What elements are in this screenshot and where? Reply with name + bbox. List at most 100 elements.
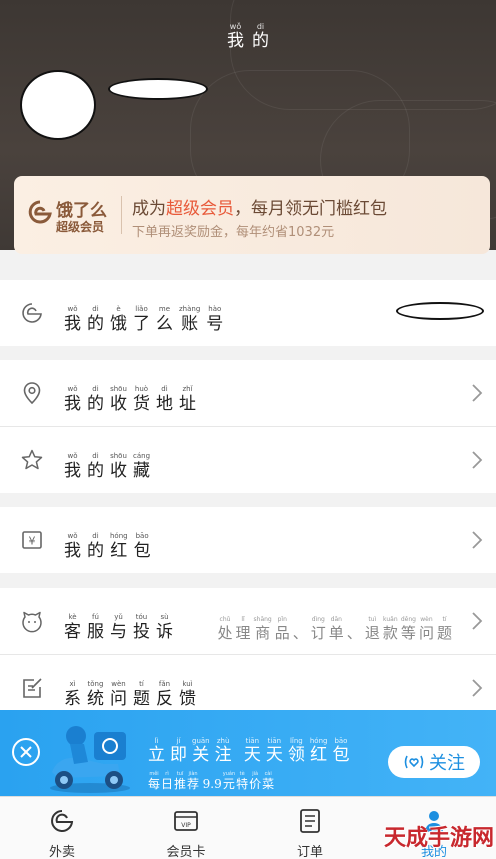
- hanzi-text: 特: [236, 777, 249, 791]
- ruby-char: yuán 元: [223, 771, 235, 791]
- pinyin-text: xì: [69, 680, 76, 688]
- pinyin-text: tóu: [135, 613, 148, 621]
- ruby-char: di 的: [87, 305, 104, 334]
- pinyin-text: cáng: [133, 452, 151, 460]
- pinyin-text: tí: [442, 616, 447, 623]
- ruby-char: shōu 收: [110, 385, 127, 414]
- hanzi-text: 收: [110, 394, 127, 414]
- menu-item-account[interactable]: wǒ 我 di 的 è 饿 liǎo 了 me 么 zhàng 账 hào 号: [0, 280, 496, 346]
- hanzi-text: 我: [64, 541, 81, 561]
- close-banner-button[interactable]: [12, 738, 40, 766]
- hanzi-text: 我: [64, 394, 81, 414]
- vip-promo-subtitle: 下单再返奖励金，每年约省1032元: [132, 225, 335, 240]
- hanzi-text: 处: [217, 624, 233, 642]
- ruby-char: dì 地: [156, 385, 173, 414]
- ruby-char: yǔ 与: [110, 613, 127, 642]
- ruby-char: me 么: [156, 305, 173, 334]
- hanzi-text: 日: [161, 777, 174, 791]
- hanzi-text: 荐: [187, 777, 200, 791]
- pinyin-text: měi: [149, 771, 159, 777]
- pinyin-text: shōu: [110, 385, 127, 393]
- ruby-char: lǐng 领: [288, 737, 305, 765]
- menu-item-favorites[interactable]: wǒ 我 di 的 shōu 收 cáng 藏: [0, 427, 496, 493]
- pinyin-text: liǎo: [135, 305, 148, 313]
- hanzi-text: 我: [64, 314, 81, 334]
- pinyin-text: cài: [264, 771, 272, 777]
- pinyin-text: di: [256, 22, 265, 31]
- pinyin-text: jià: [252, 771, 259, 777]
- pinyin-text: di: [92, 532, 99, 540]
- avatar[interactable]: [20, 70, 96, 140]
- tab-orders[interactable]: 订单: [248, 797, 372, 859]
- menu-item-red-packets[interactable]: ¥ wǒ 我 di 的 hóng 红 bāo 包: [0, 507, 496, 573]
- ruby-char: sù 诉: [156, 613, 173, 642]
- ruby-char: tuī 推: [174, 771, 186, 791]
- close-icon: [20, 746, 32, 758]
- pinyin-text: jiàn: [188, 771, 198, 777]
- hanzi-text: 9.9: [202, 777, 222, 791]
- ruby-char: di 的: [252, 22, 269, 51]
- pinyin-text: wǒ: [67, 305, 78, 313]
- pinyin-text: yuán: [222, 771, 236, 777]
- eleme-logo-icon: [28, 200, 52, 224]
- pinyin-text: [200, 771, 202, 777]
- hanzi-text: 问: [110, 689, 127, 709]
- tab-takeout[interactable]: 外卖: [0, 797, 124, 859]
- pinyin-text: di: [92, 385, 99, 393]
- super-vip-card[interactable]: 饿了么 超级会员 成为超级会员，每月领无门槛红包 下单再返奖励金，每年约省103…: [14, 176, 490, 254]
- pinyin-text: sù: [160, 613, 169, 621]
- pinyin-text: shōu: [110, 452, 127, 460]
- hanzi-text: 号: [206, 314, 224, 334]
- ruby-char: wǒ 我: [64, 532, 81, 561]
- hanzi-text: 我: [64, 461, 81, 481]
- hanzi-text: 订: [310, 624, 326, 642]
- ruby-char: hào 号: [206, 305, 223, 334]
- menu-item-customer-service[interactable]: kè 客 fú 服 yǔ 与 tóu 投 sù 诉 chǔ 处 lǐ 理 shāng 商 pǐn 品 、 dìng…: [0, 588, 496, 654]
- username-redacted[interactable]: [108, 78, 208, 100]
- hanzi-text: 商: [255, 624, 271, 642]
- ruby-char: wǒ 我: [64, 305, 81, 334]
- ruby-char: [200, 771, 202, 791]
- pinyin-text: tè: [239, 771, 245, 777]
- ruby-char: di 的: [87, 452, 104, 481]
- menu-item-address[interactable]: wǒ 我 di 的 shōu 收 huò 货 dì 地 zhǐ 址: [0, 360, 496, 426]
- pinyin-text: tí: [139, 680, 144, 688]
- pinyin-text: wèn: [111, 680, 126, 688]
- pinyin-text: è: [116, 305, 121, 313]
- chevron-right-icon: [472, 451, 483, 469]
- hanzi-text: 红: [310, 745, 328, 765]
- hanzi-text: 每: [148, 777, 161, 791]
- hanzi-text: 的: [87, 541, 104, 561]
- hanzi-text: 的: [87, 461, 104, 481]
- hanzi-text: 统: [87, 689, 104, 709]
- pinyin-text: kuǎn: [383, 616, 398, 623]
- hanzi-text: 客: [64, 622, 81, 642]
- ruby-char: tuì 退: [365, 616, 380, 642]
- pinyin-text: bāo: [135, 532, 149, 540]
- ruby-char: liǎo 了: [133, 305, 150, 334]
- ruby-char: děng 等: [401, 616, 416, 642]
- hanzi-text: 饿: [110, 314, 127, 334]
- heart-signal-icon: [404, 755, 424, 769]
- hanzi-text: 投: [133, 622, 150, 642]
- ruby-char: tí 题: [437, 616, 452, 642]
- super-vip-logo: 饿了么 超级会员: [26, 194, 122, 238]
- hanzi-text: 红: [110, 541, 128, 561]
- ruby-char: rì 日: [161, 771, 173, 791]
- hanzi-text: 址: [179, 394, 196, 414]
- ruby-char: tè 特: [236, 771, 248, 791]
- follow-button[interactable]: 关注: [388, 746, 480, 778]
- hanzi-text: 包: [332, 745, 350, 765]
- hanzi-text: 题: [133, 689, 150, 709]
- pinyin-text: wǒ: [67, 532, 78, 540]
- ruby-char: tóu 投: [133, 613, 150, 642]
- menu-item-label: wǒ 我 di 的 hóng 红 bāo 包: [64, 523, 151, 561]
- pinyin-text: tǒng: [87, 680, 104, 688]
- ruby-char: fǎn 反: [156, 680, 173, 709]
- pinyin-text: dìng: [311, 616, 325, 623]
- tab-membership-card[interactable]: VIP 会员卡: [124, 797, 248, 859]
- ruby-char: wèn 问: [419, 616, 434, 642]
- page-title: wǒ 我 di 的: [0, 14, 496, 51]
- hanzi-text: 馈: [179, 689, 196, 709]
- follow-button-label: 关注: [429, 753, 465, 774]
